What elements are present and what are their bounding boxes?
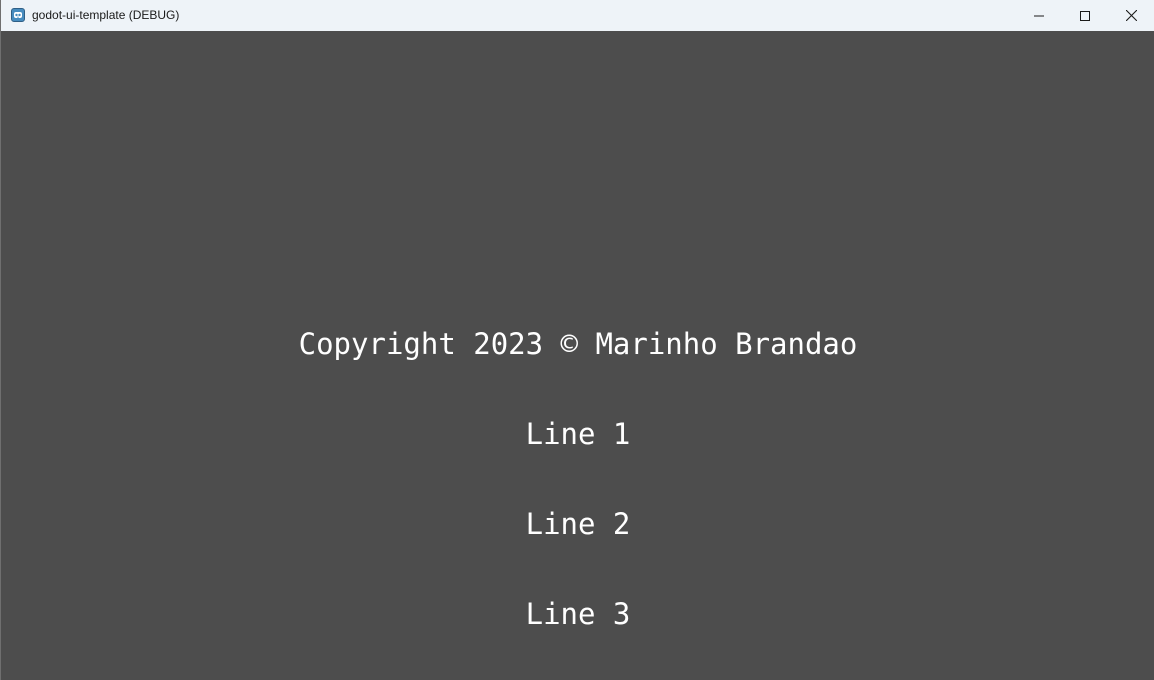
copyright-text: Copyright 2023 © Marinho Brandao xyxy=(298,327,858,361)
maximize-button[interactable] xyxy=(1062,0,1108,31)
close-icon xyxy=(1125,6,1137,25)
minimize-button[interactable] xyxy=(1016,0,1062,31)
godot-icon xyxy=(11,8,25,22)
credits-line: Line 1 xyxy=(525,417,631,451)
window-titlebar[interactable]: godot-ui-template (DEBUG) xyxy=(1,0,1154,31)
game-window: godot-ui-template (DEBUG) Copyright 2023… xyxy=(0,0,1154,680)
credits-line: Line 2 xyxy=(525,507,631,541)
credits-line: Line 3 xyxy=(525,597,631,631)
minimize-icon xyxy=(1034,6,1044,25)
close-button[interactable] xyxy=(1108,0,1154,31)
credits-screen: Copyright 2023 © Marinho Brandao Line 1 … xyxy=(1,31,1154,680)
window-title: godot-ui-template (DEBUG) xyxy=(32,8,180,22)
maximize-icon xyxy=(1080,6,1090,25)
